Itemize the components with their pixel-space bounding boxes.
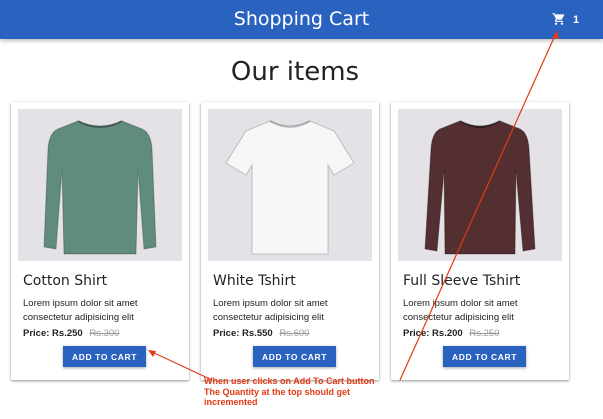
annotation-line: When user clicks on Add To Cart button: [204, 376, 375, 386]
annotation-note: When user clicks on Add To Cart button T…: [204, 376, 375, 408]
arrow-to-button: [149, 350, 213, 381]
annotation-line: incremented: [204, 397, 258, 407]
arrow-to-cart: [399, 30, 558, 381]
arrowhead-icon: [552, 31, 559, 39]
annotation-line: The Quantity at the top should get: [204, 386, 350, 397]
annotation-arrows: [148, 30, 559, 381]
